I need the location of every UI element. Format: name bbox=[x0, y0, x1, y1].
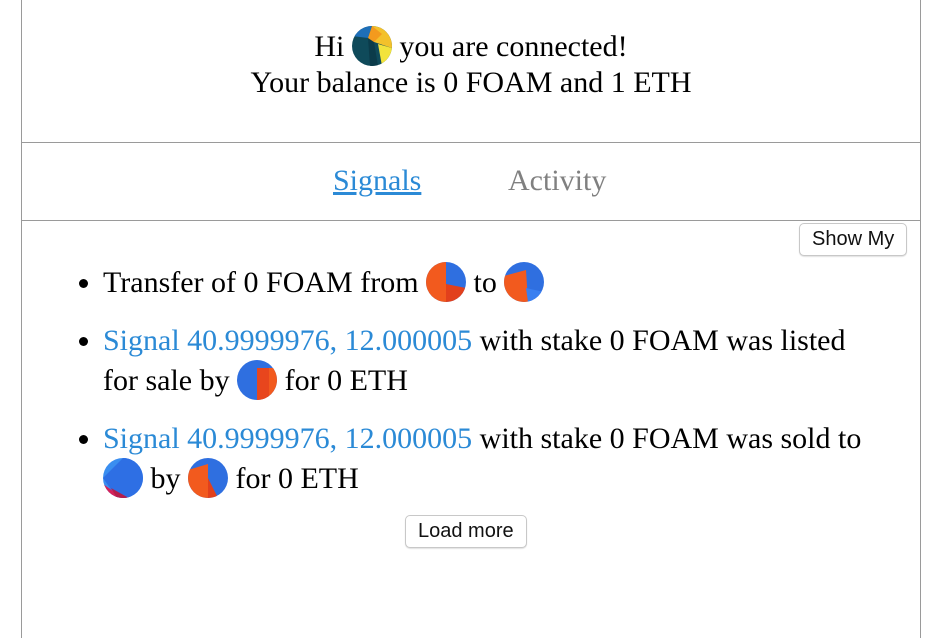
address-avatar-icon[interactable] bbox=[237, 360, 278, 401]
list-item: Transfer of 0 FOAM from to bbox=[103, 262, 883, 305]
tab-bar: Signals Activity bbox=[22, 143, 920, 221]
activity-feed: Transfer of 0 FOAM from to bbox=[62, 262, 883, 517]
greeting-hi: Hi bbox=[314, 30, 345, 63]
address-avatar-icon[interactable] bbox=[103, 458, 143, 499]
address-avatar-icon[interactable] bbox=[504, 262, 545, 303]
greeting-connected: you are connected! bbox=[399, 30, 628, 63]
show-my-button[interactable]: Show My bbox=[799, 223, 908, 256]
list-item: Signal 40.9999976, 12.000005 with stake … bbox=[103, 321, 883, 403]
tab-activity[interactable]: Activity bbox=[508, 163, 606, 199]
signal-link[interactable]: Signal 40.9999976, 12.000005 bbox=[103, 324, 472, 357]
app-frame: Hi you are connected! Your balance is 0 … bbox=[21, 0, 921, 638]
signal-link[interactable]: Signal 40.9999976, 12.000005 bbox=[103, 422, 472, 455]
balance-text: Your balance is 0 FOAM and 1 ETH bbox=[250, 66, 692, 99]
list-item: Signal 40.9999976, 12.000005 with stake … bbox=[103, 419, 883, 501]
transfer-to-text: to bbox=[473, 266, 497, 299]
listing-price-text: for 0 ETH bbox=[284, 364, 408, 398]
address-avatar-icon[interactable] bbox=[426, 262, 467, 303]
greeting-line: Hi you are connected! bbox=[22, 26, 920, 69]
user-avatar-icon bbox=[351, 26, 392, 67]
transfer-text: Transfer of 0 FOAM from bbox=[103, 266, 419, 299]
tab-signals[interactable]: Signals bbox=[333, 163, 421, 199]
sale-text: with stake 0 FOAM was sold to bbox=[479, 422, 862, 456]
load-more-button[interactable]: Load more bbox=[405, 515, 527, 548]
address-avatar-icon[interactable] bbox=[188, 458, 228, 499]
account-header: Hi you are connected! Your balance is 0 … bbox=[22, 0, 920, 143]
sale-price-text: for 0 ETH bbox=[235, 462, 359, 496]
sale-by-text: by bbox=[150, 462, 181, 496]
